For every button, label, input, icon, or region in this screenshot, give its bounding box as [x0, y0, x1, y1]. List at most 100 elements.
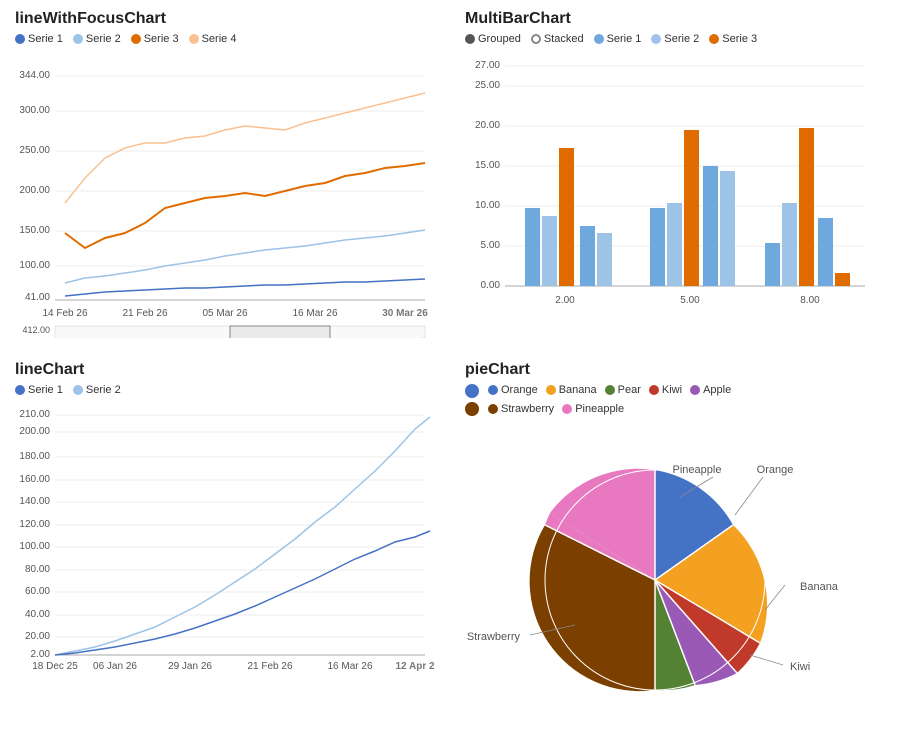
line-with-focus-legend: Serie 1 Serie 2 Serie 3 Serie 4: [15, 33, 435, 45]
legend-mb-serie2: Serie 2: [651, 33, 699, 45]
pie-label-kiwi: Kiwi: [662, 384, 682, 396]
svg-text:05 Mar 26: 05 Mar 26: [202, 308, 247, 319]
pie-dot-orange: [488, 385, 498, 395]
svg-text:10.00: 10.00: [475, 200, 500, 211]
pie-dot-kiwi: [649, 385, 659, 395]
svg-text:2.00: 2.00: [555, 295, 575, 306]
svg-text:21 Feb 26: 21 Feb 26: [247, 661, 292, 672]
svg-text:16 Mar 26: 16 Mar 26: [292, 308, 337, 319]
line-chart-section: lineChart Serie 1 Serie 2 210.00 200.00 …: [0, 351, 450, 728]
legend-dot-serie1: [15, 34, 25, 44]
svg-text:250.00: 250.00: [19, 145, 50, 156]
svg-text:20.00: 20.00: [25, 631, 50, 642]
legend-label-stacked: Stacked: [544, 33, 584, 45]
svg-text:100.00: 100.00: [19, 541, 50, 552]
line-with-focus-chart-section: lineWithFocusChart Serie 1 Serie 2 Serie…: [0, 0, 450, 351]
legend-dot-grouped: [465, 34, 475, 44]
legend-dot-serie2: [73, 34, 83, 44]
legend-item-serie2: Serie 2: [73, 33, 121, 45]
line-with-focus-chart-title: lineWithFocusChart: [15, 10, 435, 28]
pie-chart-section: pieChart Orange Banana: [450, 351, 900, 728]
legend-label-mb-serie2: Serie 2: [664, 33, 699, 45]
svg-text:60.00: 60.00: [25, 586, 50, 597]
multi-bar-chart-section: MultiBarChart Grouped Stacked Serie 1 Se…: [450, 0, 900, 351]
svg-text:200.00: 200.00: [19, 185, 50, 196]
multi-bar-chart-svg: 27.00 25.00 20.00 15.00 10.00 5.00 0.00: [465, 48, 875, 328]
legend-label-serie1: Serie 1: [28, 33, 63, 45]
legend-grouped: Grouped: [465, 33, 521, 45]
svg-text:210.00: 210.00: [19, 409, 50, 420]
legend-item-serie3: Serie 3: [131, 33, 179, 45]
svg-text:8.00: 8.00: [800, 295, 820, 306]
svg-text:41.00: 41.00: [25, 292, 50, 303]
pie-legend-row2: Strawberry Pineapple: [488, 403, 731, 415]
pie-legend-pear: Pear: [605, 384, 641, 396]
svg-text:5.00: 5.00: [481, 240, 501, 251]
legend-mb-serie1: Serie 1: [594, 33, 642, 45]
pie-slice-label-kiwi: Kiwi: [790, 661, 810, 673]
svg-text:14 Feb 26: 14 Feb 26: [42, 308, 87, 319]
legend-label-grouped: Grouped: [478, 33, 521, 45]
multi-bar-legend: Grouped Stacked Serie 1 Serie 2 Serie 3: [465, 33, 885, 45]
legend-label-lc-serie1: Serie 1: [28, 384, 63, 396]
svg-text:80.00: 80.00: [25, 564, 50, 575]
svg-text:15.00: 15.00: [475, 160, 500, 171]
pie-dot-banana: [546, 385, 556, 395]
pie-label-orange: Orange: [501, 384, 538, 396]
line-with-focus-chart-svg: 344.00 300.00 250.00 200.00 150.00 100.0…: [15, 48, 435, 338]
pie-dot-strawberry: [488, 404, 498, 414]
svg-text:20.00: 20.00: [475, 120, 500, 131]
pie-label-strawberry: Strawberry: [501, 403, 554, 415]
svg-text:29 Jan 26: 29 Jan 26: [168, 661, 212, 672]
legend-dot-mb-serie3: [709, 34, 719, 44]
pie-chart-title: pieChart: [465, 361, 885, 379]
svg-text:100.00: 100.00: [19, 260, 50, 271]
pie-slice-label-banana: Banana: [800, 581, 839, 593]
svg-text:16 Mar 26: 16 Mar 26: [327, 661, 372, 672]
legend-dot-mb-serie1: [594, 34, 604, 44]
svg-text:140.00: 140.00: [19, 496, 50, 507]
pie-legend-pineapple: Pineapple: [562, 403, 624, 415]
pie-legend-orange: Orange: [488, 384, 538, 396]
legend-dot-serie4: [189, 34, 199, 44]
pie-legend-apple: Apple: [690, 384, 731, 396]
pie-slice-label-strawberry: Strawberry: [467, 631, 521, 643]
legend-label-serie2: Serie 2: [86, 33, 121, 45]
legend-dot-lc-serie2: [73, 385, 83, 395]
svg-text:300.00: 300.00: [19, 105, 50, 116]
pie-legend-banana: Banana: [546, 384, 597, 396]
legend-mb-serie3: Serie 3: [709, 33, 757, 45]
pie-label-apple: Apple: [703, 384, 731, 396]
svg-text:120.00: 120.00: [19, 519, 50, 530]
legend-item-serie4: Serie 4: [189, 33, 237, 45]
pie-slice-label-pineapple: Pineapple: [673, 464, 722, 476]
svg-text:06 Jan 26: 06 Jan 26: [93, 661, 137, 672]
svg-text:18 Dec 25: 18 Dec 25: [32, 661, 78, 672]
legend-item-serie1: Serie 1: [15, 33, 63, 45]
pie-dot-apple: [690, 385, 700, 395]
legend-dot-serie3: [131, 34, 141, 44]
pie-label-banana: Banana: [559, 384, 597, 396]
legend-dot-mb-serie2: [651, 34, 661, 44]
pie-label-pineapple: Pineapple: [575, 403, 624, 415]
pie-dot-pear: [605, 385, 615, 395]
svg-text:180.00: 180.00: [19, 451, 50, 462]
line-chart-legend: Serie 1 Serie 2: [15, 384, 435, 396]
svg-text:412.00: 412.00: [22, 325, 50, 335]
svg-text:344.00: 344.00: [19, 70, 50, 81]
svg-text:150.00: 150.00: [19, 225, 50, 236]
svg-text:27.00: 27.00: [475, 60, 500, 71]
svg-text:30 Mar 26: 30 Mar 26: [382, 308, 428, 319]
legend-label-serie3: Serie 3: [144, 33, 179, 45]
pie-legend-kiwi: Kiwi: [649, 384, 682, 396]
multi-bar-chart-title: MultiBarChart: [465, 10, 885, 28]
pie-dot-pineapple: [562, 404, 572, 414]
svg-text:2.00: 2.00: [31, 649, 51, 660]
pie-chart-svg: Pineapple Orange Banana Kiwi Strawberry: [465, 425, 855, 715]
legend-lc-serie1: Serie 1: [15, 384, 63, 396]
svg-text:200.00: 200.00: [19, 426, 50, 437]
svg-text:12 Apr 2: 12 Apr 2: [395, 661, 435, 672]
legend-label-mb-serie1: Serie 1: [607, 33, 642, 45]
svg-text:21 Feb 26: 21 Feb 26: [122, 308, 167, 319]
legend-dot-lc-serie1: [15, 385, 25, 395]
